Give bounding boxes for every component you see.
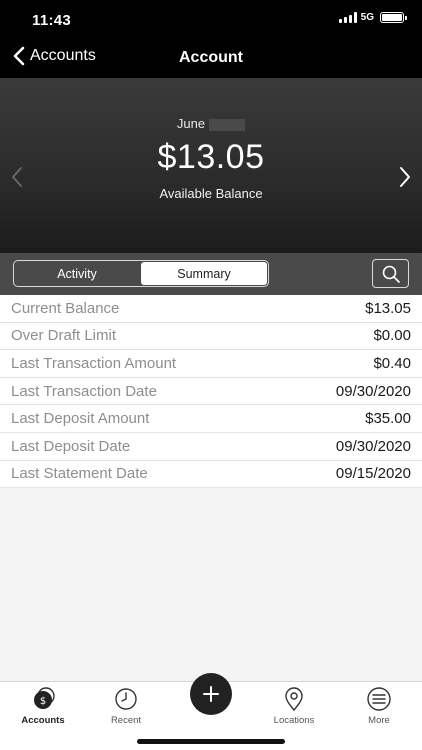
available-balance-label: Available Balance: [159, 186, 263, 201]
segmented-control: Activity Summary: [13, 260, 269, 287]
row-value: $0.00: [373, 327, 411, 345]
home-indicator[interactable]: [137, 739, 285, 744]
summary-row-last-deposit-amount: Last Deposit Amount $35.00: [0, 405, 422, 433]
tab-locations[interactable]: Locations: [259, 686, 329, 726]
month-label: June: [176, 116, 206, 131]
status-indicators: 5G: [338, 12, 407, 23]
summary-row-last-deposit-date: Last Deposit Date 09/30/2020: [0, 433, 422, 461]
tab-accounts-label: Accounts: [21, 715, 65, 726]
row-value: 09/15/2020: [335, 465, 411, 483]
row-value: 09/30/2020: [335, 437, 411, 455]
network-type: 5G: [360, 12, 374, 23]
top-header: 11:43 5G Accounts Account: [0, 0, 422, 78]
tab-more[interactable]: More: [344, 686, 414, 726]
row-label: Last Deposit Date: [11, 437, 131, 455]
row-label: Last Transaction Date: [11, 382, 157, 400]
tab-activity[interactable]: Activity: [14, 261, 140, 286]
signal-icon: [338, 12, 357, 23]
page-title: Account: [179, 49, 243, 66]
row-label: Current Balance: [11, 299, 120, 317]
tab-accounts[interactable]: $ Accounts: [8, 686, 78, 726]
search-icon: [382, 265, 400, 283]
summary-row-last-transaction-date: Last Transaction Date 09/30/2020: [0, 378, 422, 406]
row-label: Last Deposit Amount: [11, 410, 150, 428]
balance-panel: June $13.05 Available Balance: [0, 78, 422, 253]
summary-list: Current Balance $13.05 Over Draft Limit …: [0, 295, 422, 489]
chevron-right-icon: [400, 167, 410, 187]
battery-icon: [380, 12, 407, 23]
dollar-icon: $: [34, 687, 55, 709]
plus-icon: [203, 686, 219, 702]
tab-recent-label: Recent: [110, 715, 142, 726]
tab-recent[interactable]: Recent: [91, 686, 161, 726]
row-value: $13.05: [365, 299, 411, 317]
row-value: $0.40: [373, 354, 411, 372]
menu-icon: [367, 687, 391, 711]
tabs-bar: Activity Summary: [0, 253, 422, 295]
row-value: 09/30/2020: [335, 382, 411, 400]
add-button[interactable]: [190, 673, 232, 715]
location-pin-icon: [285, 687, 303, 712]
summary-row-overdraft-limit: Over Draft Limit $0.00: [0, 323, 422, 351]
search-button[interactable]: [372, 259, 409, 288]
status-time: 11:43: [32, 12, 72, 29]
row-label: Last Statement Date: [11, 465, 148, 483]
available-balance-amount: $13.05: [157, 138, 265, 176]
clock-icon: [115, 688, 137, 710]
row-label: Last Transaction Amount: [11, 354, 177, 372]
summary-row-last-transaction-amount: Last Transaction Amount $0.40: [0, 350, 422, 378]
redacted-year: [209, 118, 246, 131]
row-value: $35.00: [365, 410, 411, 428]
row-label: Over Draft Limit: [11, 327, 117, 345]
month-label-row: June: [0, 116, 422, 131]
summary-row-current-balance: Current Balance $13.05: [0, 295, 422, 323]
tab-more-label: More: [368, 715, 390, 726]
svg-text:$: $: [40, 696, 46, 707]
next-month-button[interactable]: [398, 166, 412, 193]
summary-row-last-statement-date: Last Statement Date 09/15/2020: [0, 461, 422, 489]
tab-locations-label: Locations: [273, 715, 315, 726]
tab-summary[interactable]: Summary: [141, 262, 267, 285]
